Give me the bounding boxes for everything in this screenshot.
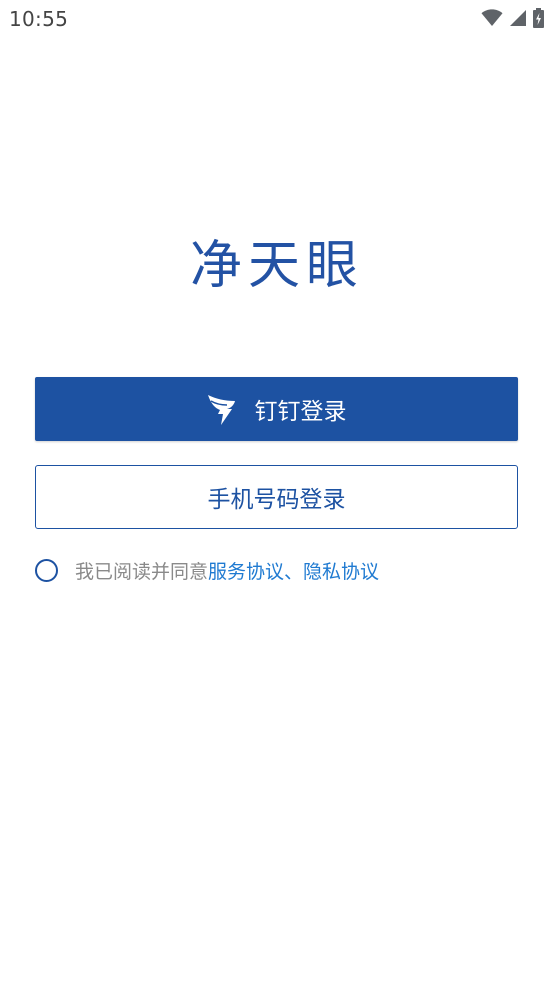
phone-login-label: 手机号码登录 xyxy=(207,487,346,513)
login-screen: 10:55 净天眼 钉钉登录 手机号码登录 我已阅读并同意 服务协议 、 隐私协… xyxy=(0,0,554,984)
dingtalk-login-label: 钉钉登录 xyxy=(254,399,347,425)
phone-login-button[interactable]: 手机号码登录 xyxy=(35,465,518,529)
agreement-row: 我已阅读并同意 服务协议 、 隐私协议 xyxy=(35,555,379,585)
agreement-separator: 、 xyxy=(284,560,304,583)
service-agreement-link[interactable]: 服务协议 xyxy=(208,557,284,584)
status-time: 10:55 xyxy=(9,7,69,31)
dingtalk-icon xyxy=(207,392,237,426)
signal-icon xyxy=(509,9,527,27)
battery-charging-icon xyxy=(533,8,544,28)
agreement-checkbox[interactable] xyxy=(35,558,58,582)
status-bar: 10:55 xyxy=(0,0,554,38)
dingtalk-login-button[interactable]: 钉钉登录 xyxy=(35,377,518,441)
status-icons xyxy=(481,8,544,28)
privacy-agreement-link[interactable]: 隐私协议 xyxy=(303,557,379,584)
app-logo: 净天眼 xyxy=(189,236,364,296)
agreement-prefix: 我已阅读并同意 xyxy=(75,560,209,583)
wifi-icon xyxy=(481,9,503,27)
